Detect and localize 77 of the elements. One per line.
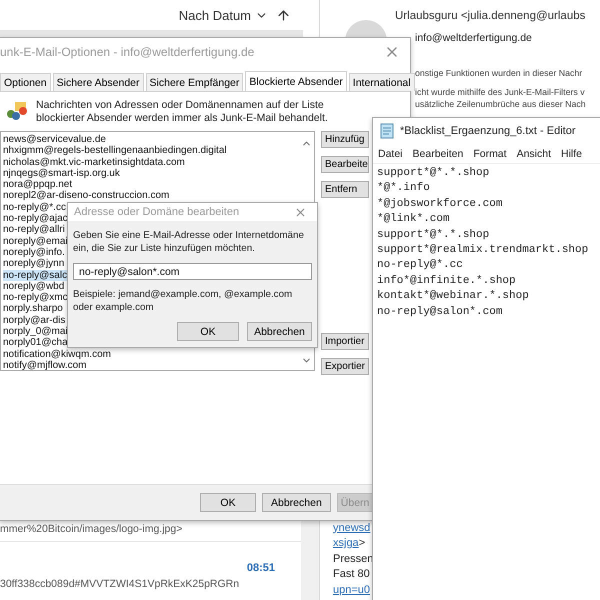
text-line: *@*.info — [377, 181, 430, 196]
list-item[interactable]: notify@mjflow.com — [3, 360, 88, 370]
info-line: usätzliche Zeilenumbrüche aus dieser Nach — [415, 99, 587, 109]
text-line: support*@*.*.shop — [377, 166, 490, 181]
body-text: Fast 80 — [333, 567, 370, 582]
text-line: *@jobsworkforce.com — [377, 196, 502, 212]
list-item[interactable]: noreply@emai — [3, 236, 69, 247]
list-item[interactable]: norply01@cha — [3, 337, 69, 349]
side-button[interactable]: Exportier — [321, 358, 369, 375]
close-icon[interactable] — [294, 206, 307, 218]
link[interactable]: xsjga — [333, 536, 359, 552]
dialog-button[interactable]: OK — [200, 493, 256, 512]
link[interactable]: ynewsd — [333, 520, 370, 536]
list-item[interactable]: norply.sharpo — [3, 303, 64, 315]
menu-item[interactable]: Hilfe — [561, 148, 582, 160]
window-title: unk-E-Mail-Optionen - info@weltderfertigung.de — [0, 45, 254, 59]
menu-item[interactable]: Ansicht — [516, 148, 552, 160]
list-item[interactable]: nora@ppqp.net — [3, 179, 74, 190]
list-item[interactable]: no-reply@*.cc — [3, 202, 67, 214]
text-line: support*@realmix.trendmarkt.shop — [377, 243, 588, 258]
recipient-address: info@weltderfertigung.de — [415, 32, 533, 44]
tab[interactable]: Optionen — [0, 73, 51, 91]
tab[interactable]: Sichere Empfänger — [146, 73, 244, 91]
text-line: no-reply@salon*.com — [377, 304, 502, 320]
people-block-icon — [4, 99, 28, 123]
body-text: Pressen — [333, 552, 374, 566]
side-button[interactable]: Entfern — [321, 181, 369, 198]
message-time: 08:51 — [246, 562, 275, 574]
sort-label[interactable]: Nach Datum — [178, 8, 251, 22]
list-item[interactable]: norply_0@mai — [3, 326, 69, 338]
side-button[interactable]: Hinzufüg — [321, 131, 369, 148]
list-item[interactable]: no-reply@xmc — [3, 292, 69, 304]
link[interactable]: upn=u0 — [333, 582, 370, 598]
message-preview: 30ff338ccb089d#MVVTZWI4S1VpRkExK25pRGRn — [0, 578, 240, 590]
notepad-icon — [380, 123, 394, 139]
list-item[interactable]: news@servicevalue.de — [3, 134, 107, 146]
text-line: support*@*.*.shop — [377, 228, 490, 243]
window-title: *Blacklist_Ergaenzung_6.txt - Editor — [400, 125, 576, 137]
list-item[interactable]: noreply@info. — [3, 246, 66, 258]
list-item[interactable]: noreply@wbd — [3, 280, 66, 292]
prompt-text: Geben Sie eine E-Mail-Adresse oder Internetdomäne ein, die Sie zur Liste hinzufügen möchten. — [73, 229, 305, 255]
message-preview: mmer%20Bitcoin/images/logo-img.jpg> — [0, 523, 184, 535]
list-item[interactable]: nicholas@mkt.vic-marketinsightdata.com — [3, 156, 186, 168]
list-item[interactable]: norepl2@ar-diseno-construccion.com — [3, 190, 170, 202]
list-item[interactable]: njnqegs@smart-isp.org.uk — [3, 168, 121, 180]
info-line: onstige Funktionen wurden in dieser Nachr — [415, 68, 584, 78]
description-text: Nachrichten von Adressen oder Domänennamen auf der Liste blockierter Absender werden immer als Junk-E-Mail behandelt. — [36, 99, 329, 125]
side-button[interactable]: Importier — [321, 333, 369, 350]
sort-dropdown[interactable]: Nach Datum — [178, 8, 268, 22]
sender-name: Urlaubsguru <julia.denneng@urlaubs — [395, 10, 586, 22]
list-item[interactable]: no-reply@ajac — [3, 213, 69, 224]
dialog-button[interactable]: OK — [177, 322, 239, 341]
body-text: > — [358, 536, 366, 551]
text-line: no-reply@*.cc — [377, 258, 463, 274]
dialog-button[interactable]: Abbrechen — [247, 322, 312, 341]
menu-item[interactable]: Datei — [378, 148, 403, 160]
address-input[interactable]: no-reply@salon*.com — [73, 263, 312, 280]
text-line: info*@infinite.*.shop — [377, 274, 516, 289]
side-button[interactable]: Bearbeite — [321, 156, 369, 173]
info-line: icht wurde mithilfe des Junk-E-Mail-Filters v — [415, 87, 586, 97]
menu-item[interactable]: Format — [473, 148, 507, 160]
list-item[interactable]: noreply@jynn — [3, 258, 66, 270]
list-item[interactable]: nhxigmm@regels-bestellingenaanbiedingen.digital — [3, 145, 228, 157]
tab[interactable]: International — [348, 73, 415, 91]
list-item[interactable]: no-reply@salc — [3, 270, 68, 281]
examples-text: Beispiele: jemand@example.com, @example.com oder example.com — [73, 288, 294, 314]
list-item[interactable]: no-reply@allri — [3, 224, 66, 236]
tab[interactable]: Sichere Absender — [52, 73, 144, 91]
dialog-button[interactable]: Abbrechen — [262, 493, 331, 512]
menu-item[interactable]: Bearbeiten — [412, 148, 464, 160]
tab[interactable]: Blockierte Absender — [245, 71, 347, 91]
scrollbar[interactable] — [301, 520, 319, 600]
text-line: *@link*.com — [377, 212, 450, 228]
list-item[interactable]: norply@ar-dis — [3, 314, 66, 326]
list-item[interactable]: notification@kiwqm.com — [3, 348, 112, 360]
text-line: kontakt*@webinar.*.shop — [377, 289, 529, 304]
dialog-title: Adresse oder Domäne bearbeiten — [74, 206, 240, 218]
